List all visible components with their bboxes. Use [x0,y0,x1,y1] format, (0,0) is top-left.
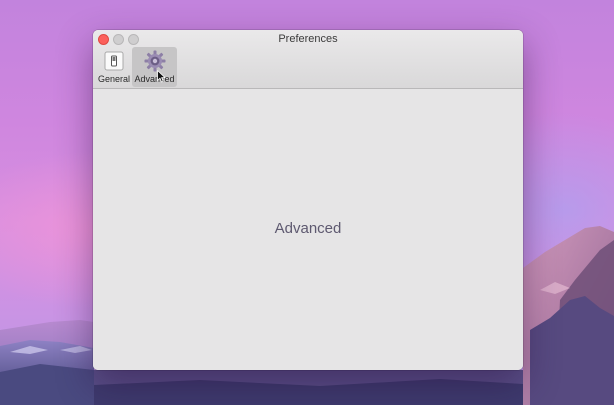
pane-title: Advanced [274,220,342,237]
window-title: Preferences [278,33,338,45]
toolbar-label-advanced: Advanced [134,74,175,84]
toolbar-item-advanced[interactable]: Advanced [132,47,177,87]
toolbar-item-general[interactable]: General [97,47,131,87]
gear-icon [144,50,165,72]
switch-icon [104,51,124,71]
advanced-pane: Advanced [93,89,523,370]
mouse-cursor-icon [157,70,166,83]
